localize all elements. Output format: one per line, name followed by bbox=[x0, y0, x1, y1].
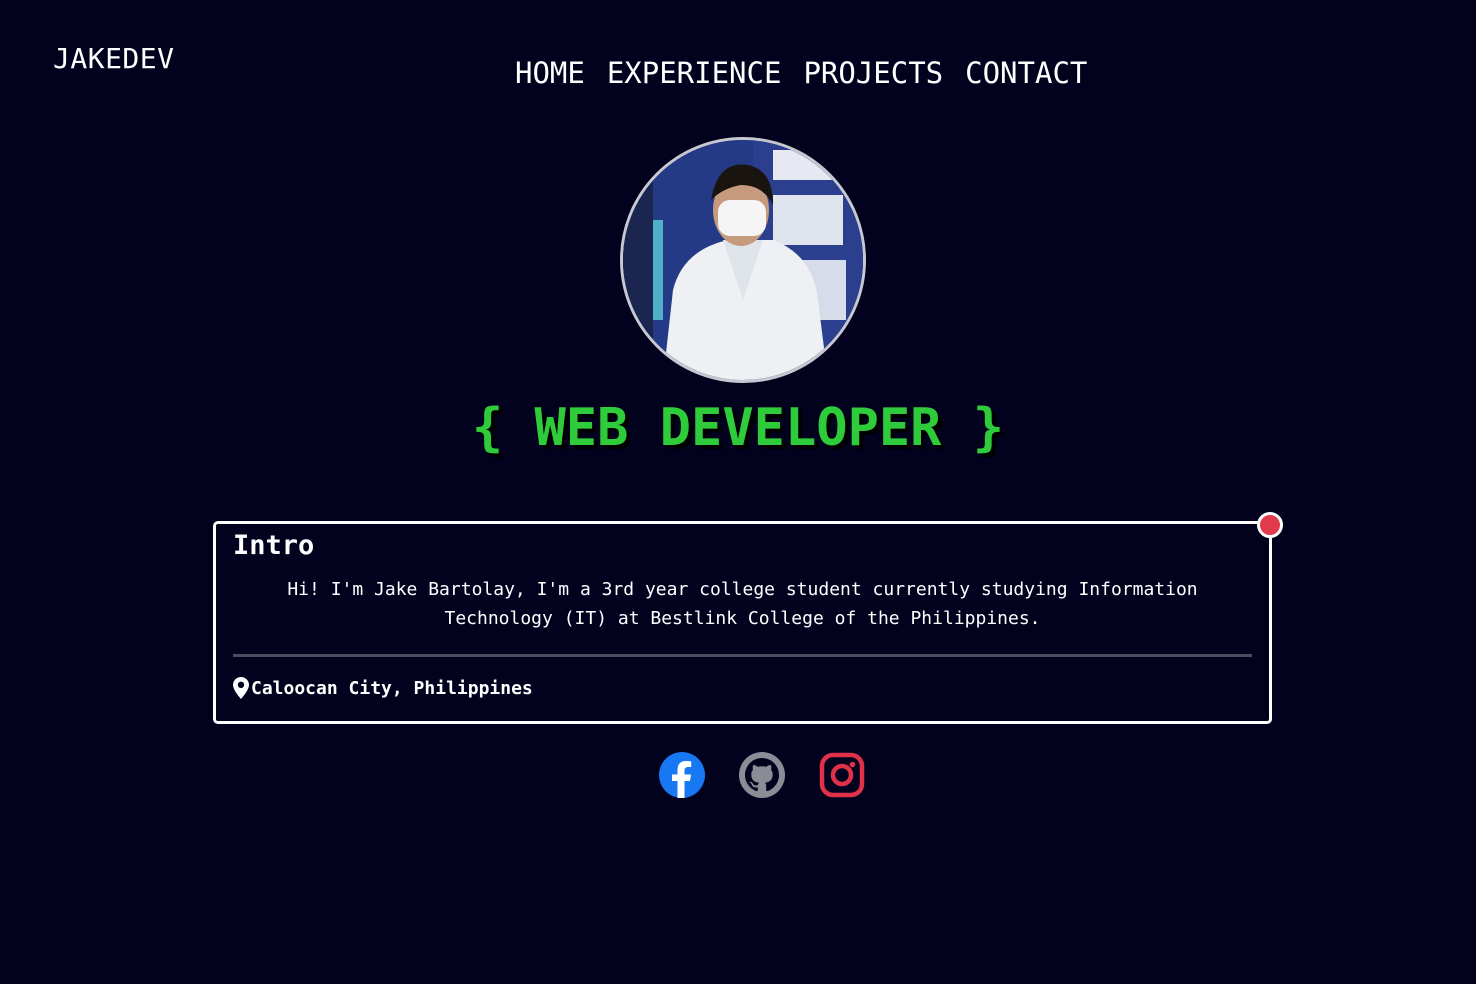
nav-home[interactable]: HOME bbox=[515, 56, 585, 90]
profile-photo bbox=[623, 140, 863, 380]
intro-card: Intro Hi! I'm Jake Bartolay, I'm a 3rd y… bbox=[213, 512, 1283, 724]
headline-title: { WEB DEVELOPER } bbox=[471, 398, 1005, 458]
nav-contact[interactable]: CONTACT bbox=[965, 56, 1087, 90]
map-pin-icon bbox=[233, 677, 249, 699]
instagram-icon bbox=[819, 752, 865, 798]
main-nav: HOME EXPERIENCE PROJECTS CONTACT bbox=[515, 56, 1087, 90]
intro-text: Hi! I'm Jake Bartolay, I'm a 3rd year co… bbox=[287, 579, 1198, 629]
nav-projects[interactable]: PROJECTS bbox=[803, 56, 943, 90]
brand-logo[interactable]: JAKEDEV bbox=[53, 42, 175, 75]
location: Caloocan City, Philippines bbox=[233, 677, 1252, 699]
github-link[interactable] bbox=[739, 752, 785, 798]
status-dot bbox=[1257, 512, 1283, 538]
github-icon bbox=[739, 752, 785, 798]
intro-title: Intro bbox=[233, 530, 315, 561]
divider bbox=[233, 654, 1252, 657]
facebook-icon bbox=[659, 752, 705, 798]
social-links bbox=[659, 752, 865, 798]
facebook-link[interactable] bbox=[659, 752, 705, 798]
location-text: Caloocan City, Philippines bbox=[251, 677, 533, 699]
profile-avatar bbox=[620, 137, 866, 383]
instagram-link[interactable] bbox=[819, 752, 865, 798]
nav-experience[interactable]: EXPERIENCE bbox=[607, 56, 782, 90]
